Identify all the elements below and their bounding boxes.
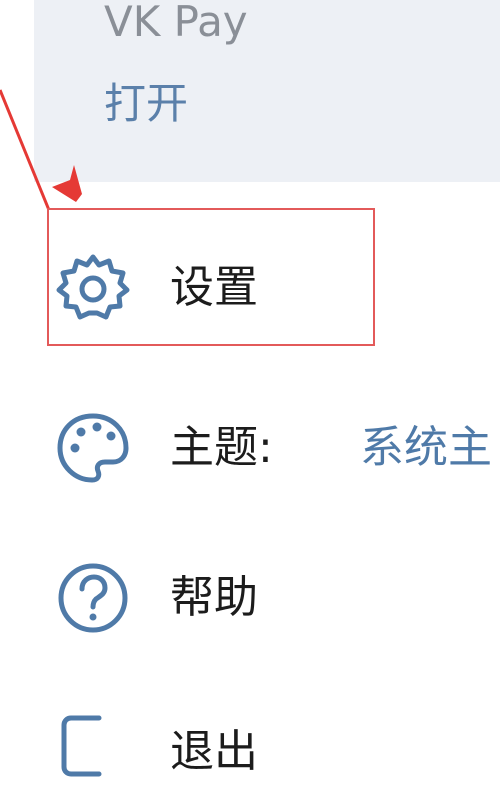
menu-label-help: 帮助	[170, 572, 258, 623]
vkpay-open-link[interactable]: 打开	[104, 74, 188, 134]
palette-icon	[57, 413, 129, 483]
annotation-arrow-icon	[0, 89, 82, 210]
menu-label-settings: 设置	[170, 262, 258, 313]
help-circle-icon	[58, 563, 128, 633]
vkpay-title: VK Pay	[104, 0, 248, 46]
gear-icon	[56, 254, 130, 320]
menu-item-settings[interactable]: 设置	[0, 228, 500, 348]
menu-item-logout[interactable]: 退出	[0, 686, 500, 806]
menu-label-theme: 主题:	[170, 422, 273, 473]
logout-icon	[61, 715, 102, 777]
menu-label-logout: 退出	[170, 726, 258, 777]
menu-value-theme: 系统主	[360, 422, 492, 473]
menu-item-theme[interactable]: 主题: 系统主	[0, 388, 500, 508]
vkpay-card[interactable]: VK Pay 打开	[34, 0, 500, 182]
menu-item-help[interactable]: 帮助	[0, 538, 500, 658]
